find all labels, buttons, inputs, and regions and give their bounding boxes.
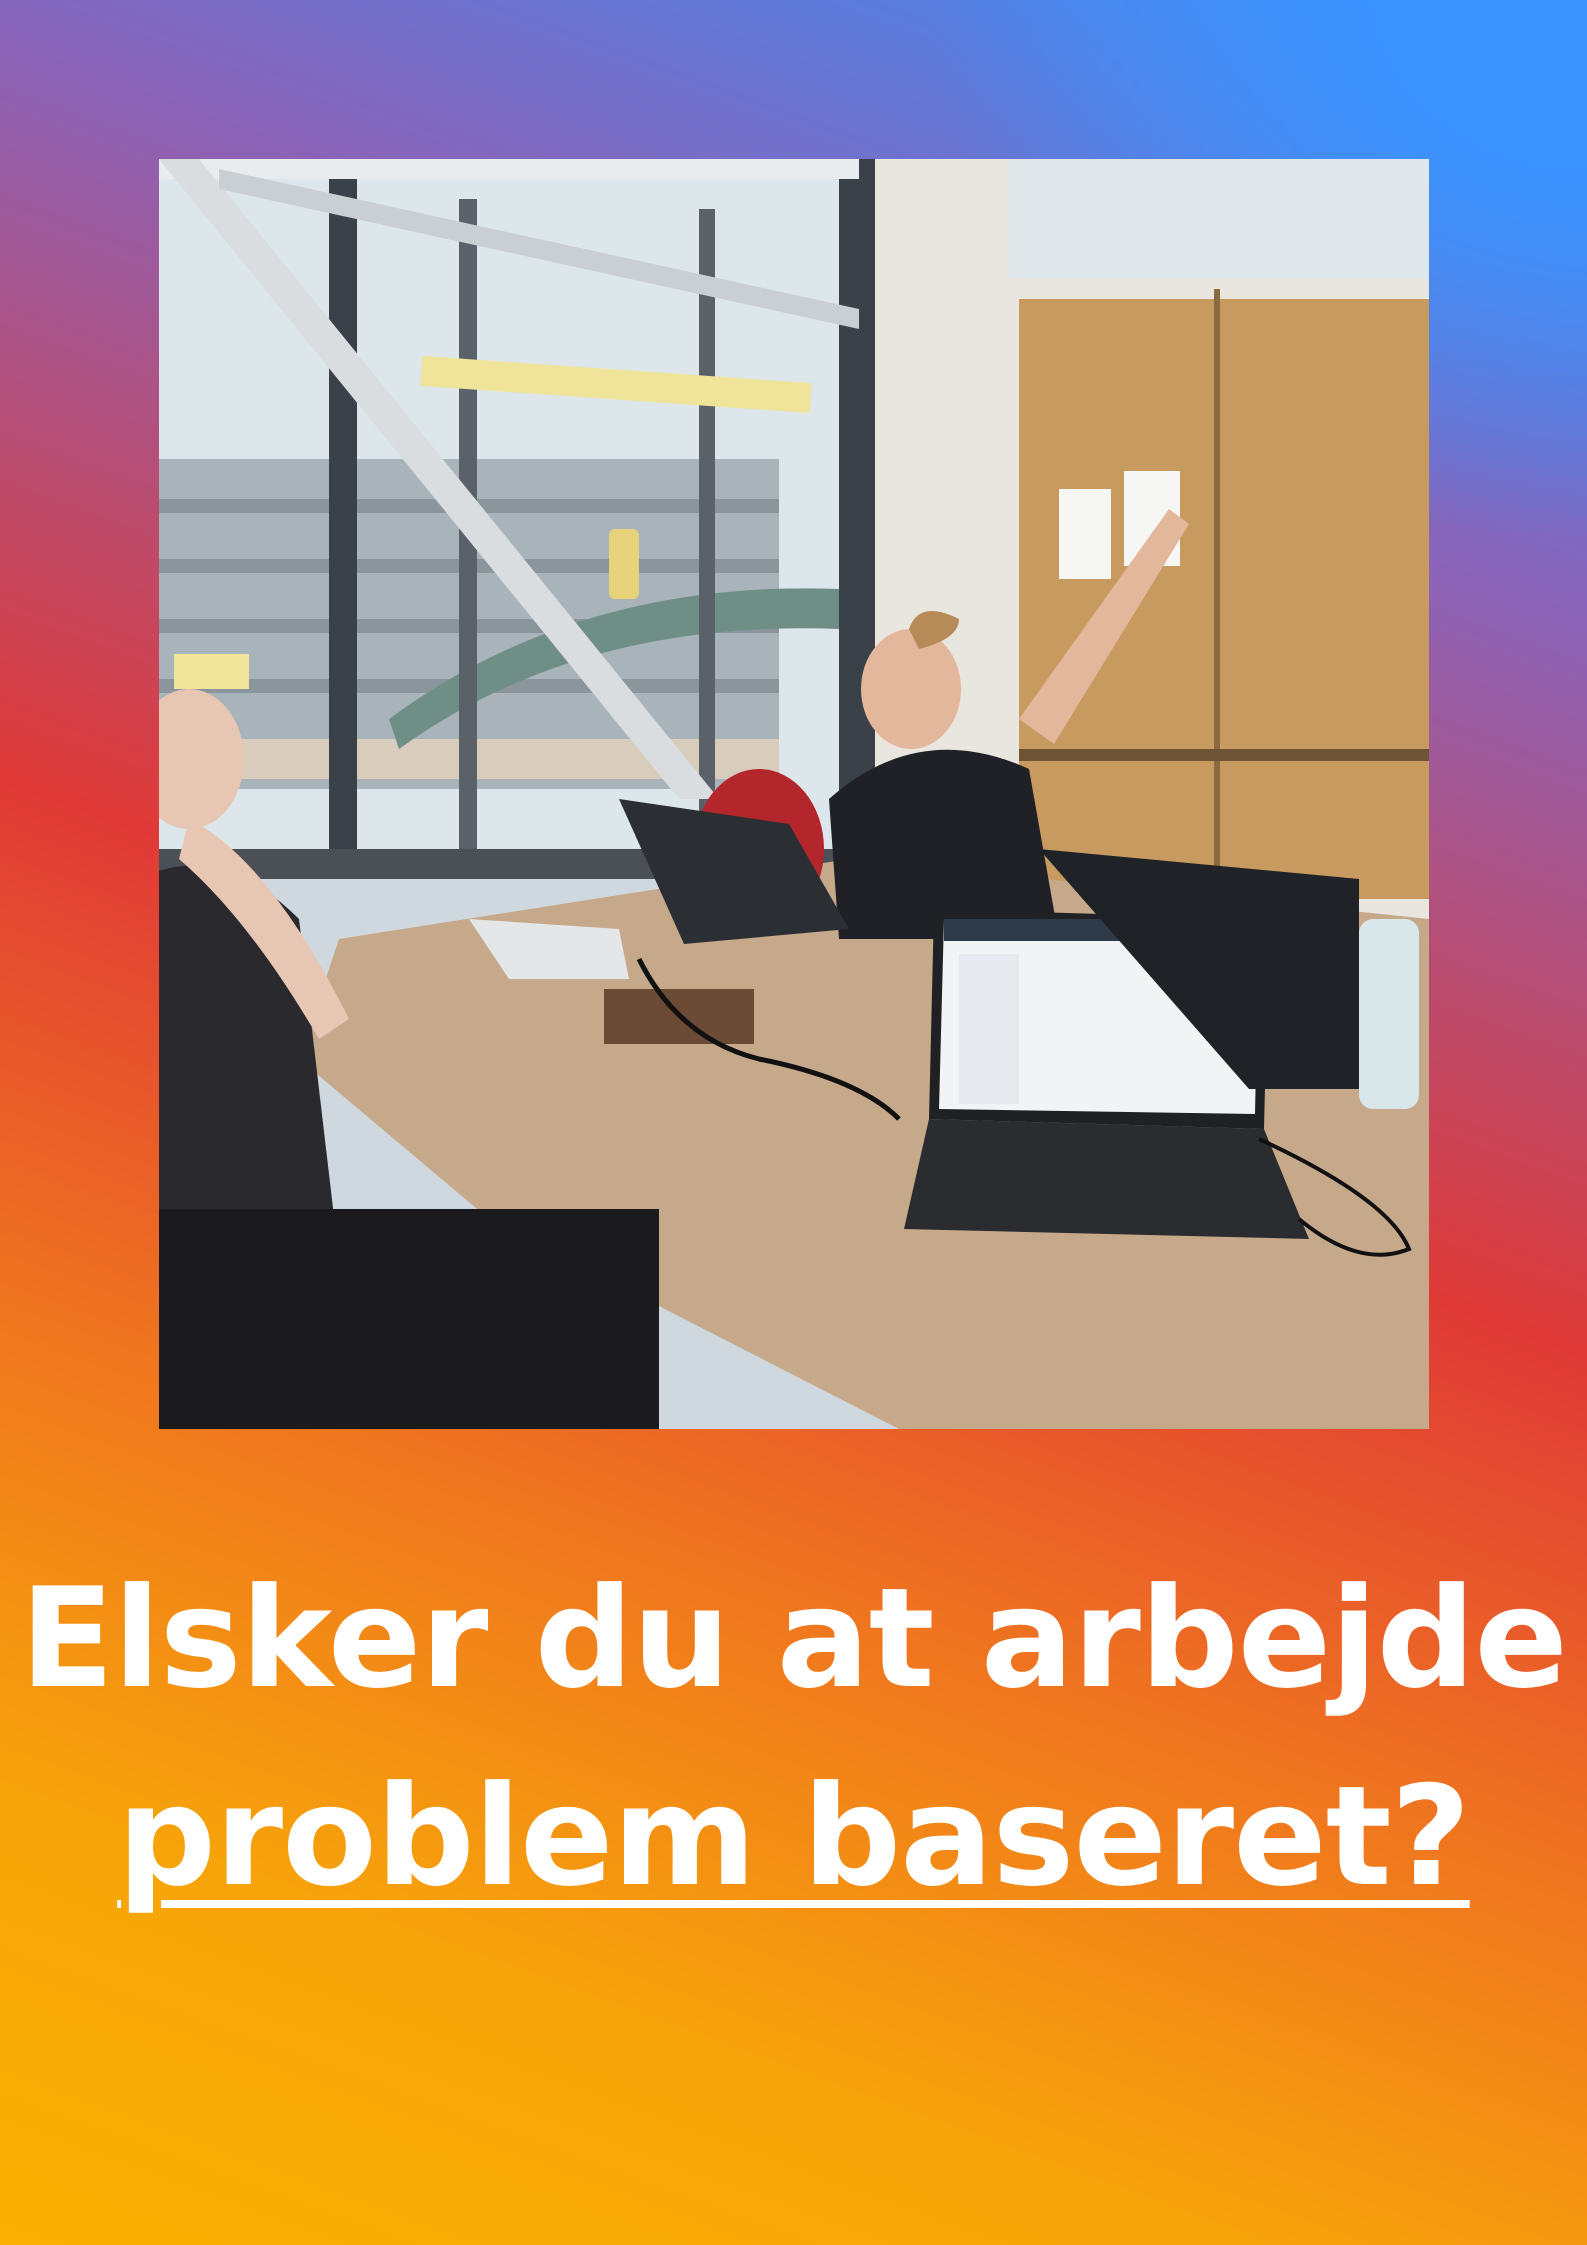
- office-photo: [159, 159, 1429, 1429]
- headline-line-1: Elsker du at arbejde: [20, 1558, 1568, 1719]
- office-photo-illustration: [159, 159, 1429, 1429]
- headline-line-2: problem baseret?: [117, 1756, 1470, 1917]
